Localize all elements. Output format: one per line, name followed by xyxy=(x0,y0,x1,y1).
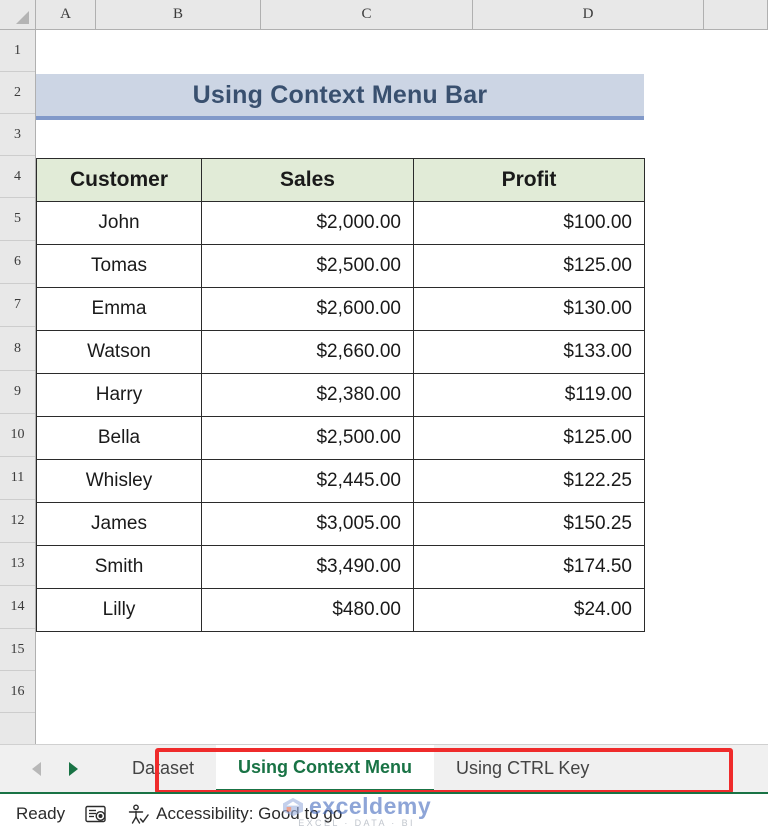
cell-sales[interactable]: $2,000.00 xyxy=(201,201,414,245)
row-header-11[interactable]: 11 xyxy=(0,457,35,500)
row-header-3[interactable]: 3 xyxy=(0,114,35,156)
cell-profit[interactable]: $150.25 xyxy=(413,502,645,546)
cell-customer[interactable]: Smith xyxy=(36,545,202,589)
sheet-tab-dataset[interactable]: Dataset xyxy=(110,745,216,792)
cell-profit[interactable]: $119.00 xyxy=(413,373,645,417)
column-header-row: A B C D xyxy=(0,0,768,30)
cell-sales[interactable]: $2,500.00 xyxy=(201,416,414,460)
cell-sales[interactable]: $2,600.00 xyxy=(201,287,414,331)
sheet-tab-bar: Dataset Using Context Menu Using CTRL Key xyxy=(0,744,768,794)
row-header-15[interactable]: 15 xyxy=(0,629,35,671)
row-header-8[interactable]: 8 xyxy=(0,327,35,371)
cell-profit[interactable]: $174.50 xyxy=(413,545,645,589)
sheet-tab-using-ctrl-key[interactable]: Using CTRL Key xyxy=(434,745,611,792)
sheet-canvas[interactable]: Using Context Menu Bar Customer Sales Pr… xyxy=(36,30,768,744)
cell-customer[interactable]: John xyxy=(36,201,202,245)
cell-sales[interactable]: $3,490.00 xyxy=(201,545,414,589)
table-row: Watson $2,660.00 $133.00 xyxy=(36,330,645,374)
record-macro-button[interactable] xyxy=(85,804,107,824)
accessibility-status[interactable]: Accessibility: Good to go xyxy=(127,804,342,825)
table-row: James $3,005.00 $150.25 xyxy=(36,502,645,546)
table-header-row: Customer Sales Profit xyxy=(36,158,645,202)
column-header-d[interactable]: D xyxy=(473,0,704,29)
row-header-12[interactable]: 12 xyxy=(0,500,35,543)
accessibility-icon xyxy=(128,804,149,824)
cell-customer[interactable]: Emma xyxy=(36,287,202,331)
row-header-9[interactable]: 9 xyxy=(0,371,35,414)
row-header-5[interactable]: 5 xyxy=(0,198,35,241)
row-header-6[interactable]: 6 xyxy=(0,241,35,284)
cell-customer[interactable]: Watson xyxy=(36,330,202,374)
table-row: Harry $2,380.00 $119.00 xyxy=(36,373,645,417)
cell-profit[interactable]: $24.00 xyxy=(413,588,645,632)
table-row: Smith $3,490.00 $174.50 xyxy=(36,545,645,589)
status-bar: Ready Accessibility: Good to go exceldem… xyxy=(0,792,768,834)
column-header-c[interactable]: C xyxy=(261,0,473,29)
table-row: Tomas $2,500.00 $125.00 xyxy=(36,244,645,288)
cell-profit[interactable]: $122.25 xyxy=(413,459,645,503)
row-header-10[interactable]: 10 xyxy=(0,414,35,457)
cell-customer[interactable]: James xyxy=(36,502,202,546)
excel-worksheet: A B C D 1 2 3 4 5 6 7 8 9 10 11 12 13 14 15 16 Using Co… xyxy=(0,0,768,834)
cell-profit[interactable]: $125.00 xyxy=(413,416,645,460)
cell-profit[interactable]: $130.00 xyxy=(413,287,645,331)
row-header-16[interactable]: 16 xyxy=(0,671,35,713)
arrow-right-icon[interactable] xyxy=(69,761,78,776)
record-macro-icon xyxy=(85,805,106,823)
row-header-2[interactable]: 2 xyxy=(0,72,35,114)
cell-profit[interactable]: $133.00 xyxy=(413,330,645,374)
cell-sales[interactable]: $2,380.00 xyxy=(201,373,414,417)
page-title: Using Context Menu Bar xyxy=(192,80,488,109)
status-mode: Ready xyxy=(16,804,66,823)
cell-customer[interactable]: Whisley xyxy=(36,459,202,503)
row-header-column: 1 2 3 4 5 6 7 8 9 10 11 12 13 14 15 16 xyxy=(0,30,36,744)
row-header-1[interactable]: 1 xyxy=(0,30,35,72)
table-row: Lilly $480.00 $24.00 xyxy=(36,588,645,632)
cell-customer[interactable]: Harry xyxy=(36,373,202,417)
column-header-sales[interactable]: Sales xyxy=(201,158,414,202)
arrow-left-icon[interactable] xyxy=(32,761,41,776)
cell-profit[interactable]: $100.00 xyxy=(413,201,645,245)
cell-profit[interactable]: $125.00 xyxy=(413,244,645,288)
column-header-a[interactable]: A xyxy=(36,0,96,29)
cell-sales[interactable]: $2,500.00 xyxy=(201,244,414,288)
grid-body: 1 2 3 4 5 6 7 8 9 10 11 12 13 14 15 16 Using Context Me… xyxy=(0,30,768,744)
title-banner: Using Context Menu Bar xyxy=(36,74,644,120)
column-header-profit[interactable]: Profit xyxy=(413,158,645,202)
cell-sales[interactable]: $2,445.00 xyxy=(201,459,414,503)
row-header-4[interactable]: 4 xyxy=(0,156,35,198)
cell-customer[interactable]: Lilly xyxy=(36,588,202,632)
accessibility-label: Accessibility: Good to go xyxy=(156,804,343,823)
table-row: Bella $2,500.00 $125.00 xyxy=(36,416,645,460)
sheet-tab-navigation xyxy=(0,745,110,792)
cell-sales[interactable]: $480.00 xyxy=(201,588,414,632)
cell-sales[interactable]: $3,005.00 xyxy=(201,502,414,546)
column-header-e[interactable] xyxy=(704,0,768,29)
column-header-b[interactable]: B xyxy=(96,0,261,29)
cell-sales[interactable]: $2,660.00 xyxy=(201,330,414,374)
row-header-13[interactable]: 13 xyxy=(0,543,35,586)
select-all-button[interactable] xyxy=(0,0,36,29)
table-row: John $2,000.00 $100.00 xyxy=(36,201,645,245)
sheet-tabs: Dataset Using Context Menu Using CTRL Key xyxy=(110,745,611,792)
row-header-14[interactable]: 14 xyxy=(0,586,35,629)
cell-customer[interactable]: Bella xyxy=(36,416,202,460)
column-header-customer[interactable]: Customer xyxy=(36,158,202,202)
table-row: Whisley $2,445.00 $122.25 xyxy=(36,459,645,503)
row-header-7[interactable]: 7 xyxy=(0,284,35,327)
select-all-triangle-icon xyxy=(16,11,29,24)
data-table: Customer Sales Profit John $2,000.00 $100.… xyxy=(36,158,645,632)
sheet-tab-using-context-menu[interactable]: Using Context Menu xyxy=(216,745,435,792)
table-row: Emma $2,600.00 $130.00 xyxy=(36,287,645,331)
cell-customer[interactable]: Tomas xyxy=(36,244,202,288)
